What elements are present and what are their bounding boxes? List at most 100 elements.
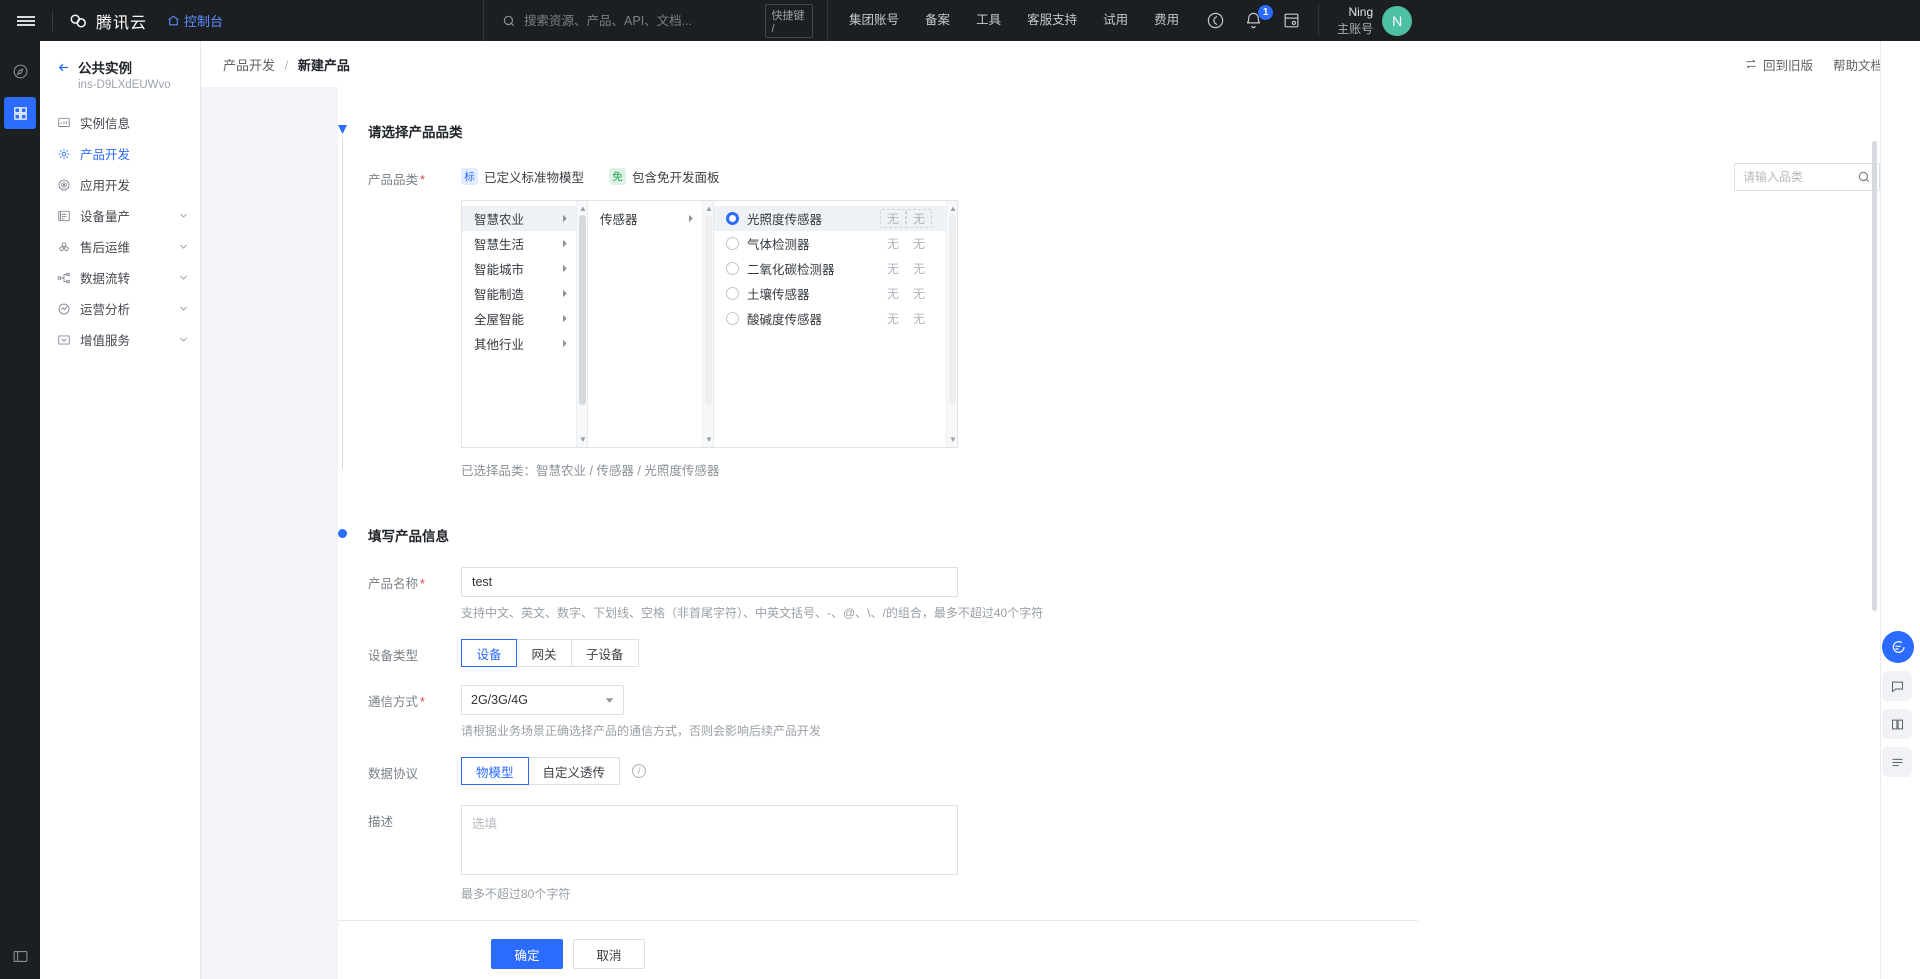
nav-item-0[interactable]: 集团账号 (836, 0, 912, 41)
sidebar-item-data-flow[interactable]: 数据流转 (40, 262, 200, 293)
global-search[interactable]: 快捷键 / (483, 0, 814, 41)
rail-item-compass[interactable] (4, 55, 36, 87)
sidebar-item-after-sales[interactable]: 售后运维 (40, 231, 200, 262)
scroll-down-icon[interactable]: ▼ (705, 435, 713, 444)
chevron-down-icon (179, 335, 188, 344)
nav-item-3[interactable]: 客服支持 (1014, 0, 1090, 41)
cascader-item[interactable]: 其他行业 (462, 331, 576, 356)
cascader-item[interactable]: 智能制造 (462, 281, 576, 306)
scroll-up-icon[interactable]: ▲ (949, 204, 957, 213)
sidebar-item-instance-info[interactable]: 实例信息 (40, 107, 200, 138)
cancel-button[interactable]: 取消 (573, 939, 645, 969)
radio-button[interactable] (726, 312, 739, 325)
chevron-down-icon (605, 697, 614, 704)
breadcrumb: 产品开发 / 新建产品 (223, 55, 350, 74)
rail-item-iot[interactable] (4, 97, 36, 129)
cascader-radio-item[interactable]: 光照度传感器 无 无 (714, 206, 946, 231)
model-status: 无 (886, 312, 899, 326)
device-type-option-device[interactable]: 设备 (461, 639, 517, 667)
cascader-item[interactable]: 智慧生活 (462, 231, 576, 256)
rail-collapse-icon[interactable] (12, 948, 29, 965)
nav-item-1[interactable]: 备案 (912, 0, 963, 41)
sidebar-item-app-dev[interactable]: 应用开发 (40, 169, 200, 200)
page-scrollbar[interactable] (1872, 141, 1877, 611)
nav-item-5[interactable]: 费用 (1141, 0, 1192, 41)
support-chat-button[interactable] (1882, 631, 1914, 663)
category-search[interactable] (1734, 163, 1880, 191)
search-input[interactable] (524, 13, 752, 28)
model-status: 无 (886, 237, 899, 251)
brand-logo-link[interactable]: 腾讯云 (67, 9, 147, 33)
notification-bell-icon[interactable]: 1 (1244, 4, 1274, 31)
page-actions: 回到旧版 帮助文档 (1744, 55, 1900, 74)
scroll-thumb[interactable] (949, 215, 956, 405)
scroll-down-icon[interactable]: ▼ (579, 435, 587, 444)
cascader-item[interactable]: 智能城市 (462, 256, 576, 281)
cascader-item[interactable]: 智慧农业 (462, 206, 576, 231)
top-header: 腾讯云 控制台 快捷键 / 集团账号 备案 工具 客服支持 试用 费用 (0, 0, 1920, 41)
cascader-radio-item[interactable]: 酸碱度传感器 无 无 (714, 306, 946, 331)
cascader-item[interactable]: 全屋智能 (462, 306, 576, 331)
cascader-radio-label: 光照度传感器 (747, 213, 823, 227)
cascader-radio-item[interactable]: 气体检测器 无 无 (714, 231, 946, 256)
device-type-option-gateway[interactable]: 网关 (516, 639, 572, 667)
nav-item-4[interactable]: 试用 (1090, 0, 1141, 41)
data-protocol-option-model[interactable]: 物模型 (461, 757, 529, 785)
sidebar-item-label: 实例信息 (80, 117, 131, 131)
user-menu[interactable]: Ning 主账号 N (1318, 4, 1426, 37)
chevron-right-icon (561, 239, 568, 248)
product-name-input[interactable] (461, 567, 958, 597)
sidebar-item-product-dev[interactable]: 产品开发 (40, 138, 200, 169)
menu-toggle-icon[interactable] (0, 14, 52, 28)
breadcrumb-separator: / (284, 57, 289, 73)
radio-button[interactable] (726, 212, 739, 225)
feedback-button[interactable] (1882, 671, 1912, 701)
description-textarea[interactable] (461, 805, 958, 875)
instance-back-link[interactable]: 公共实例 (56, 57, 200, 77)
chevron-right-icon (687, 214, 694, 223)
category-search-input[interactable] (1743, 170, 1857, 184)
sidebar-item-mass-production[interactable]: 设备量产 (40, 200, 200, 231)
form-footer: 确定 取消 (368, 939, 1920, 969)
nav-item-2[interactable]: 工具 (963, 0, 1014, 41)
cascader-item-label: 智能城市 (474, 263, 525, 277)
cascader-col1-scrollbar[interactable]: ▲ ▼ (576, 201, 587, 447)
info-icon[interactable]: i (632, 764, 647, 778)
device-type-option-subdevice[interactable]: 子设备 (571, 639, 639, 667)
console-link[interactable]: 控制台 (167, 11, 223, 30)
workorder-icon[interactable] (1282, 11, 1302, 31)
scroll-up-icon[interactable]: ▲ (705, 204, 713, 213)
radio-button[interactable] (726, 262, 739, 275)
radio-button[interactable] (726, 237, 739, 250)
search-icon (502, 14, 516, 28)
data-protocol-option-passthrough[interactable]: 自定义透传 (527, 757, 621, 785)
scroll-thumb[interactable] (579, 215, 586, 405)
scroll-thumb[interactable] (705, 215, 712, 405)
shortcut-hint[interactable]: 快捷键 / (765, 3, 814, 38)
search-icon[interactable] (1857, 170, 1871, 184)
tag-free-panel: 免 包含免开发面板 (609, 167, 720, 186)
docs-button[interactable] (1882, 709, 1912, 739)
avatar[interactable]: N (1382, 5, 1413, 36)
required-mark: * (420, 173, 425, 187)
cascader-radio-item[interactable]: 二氧化碳检测器 无 无 (714, 256, 946, 281)
breadcrumb-parent[interactable]: 产品开发 (223, 58, 275, 73)
cascader-col2-scrollbar[interactable]: ▲ ▼ (702, 201, 713, 447)
scroll-down-icon[interactable]: ▼ (949, 435, 957, 444)
more-button[interactable] (1882, 747, 1912, 777)
scroll-up-icon[interactable]: ▲ (579, 204, 587, 213)
sidebar-item-label: 运营分析 (80, 303, 131, 317)
step1-title: 请选择产品品类 (368, 125, 463, 140)
submit-button[interactable]: 确定 (491, 939, 563, 969)
moon-icon[interactable] (1206, 11, 1226, 31)
cascader-item[interactable]: 传感器 (588, 206, 702, 231)
data-protocol-row: 数据协议 物模型 自定义透传 i (368, 757, 1920, 785)
tag-standard-model: 标 已定义标准物模型 (461, 167, 584, 186)
cascader-radio-item[interactable]: 土壤传感器 无 无 (714, 281, 946, 306)
comm-method-select[interactable]: 2G/3G/4G (461, 685, 624, 715)
sidebar-item-value-added[interactable]: 增值服务 (40, 324, 200, 355)
cascader-col3-scrollbar[interactable]: ▲ ▼ (946, 201, 957, 447)
sidebar-item-operations-analytics[interactable]: 运营分析 (40, 293, 200, 324)
radio-button[interactable] (726, 287, 739, 300)
back-to-old-version-button[interactable]: 回到旧版 (1744, 55, 1813, 74)
